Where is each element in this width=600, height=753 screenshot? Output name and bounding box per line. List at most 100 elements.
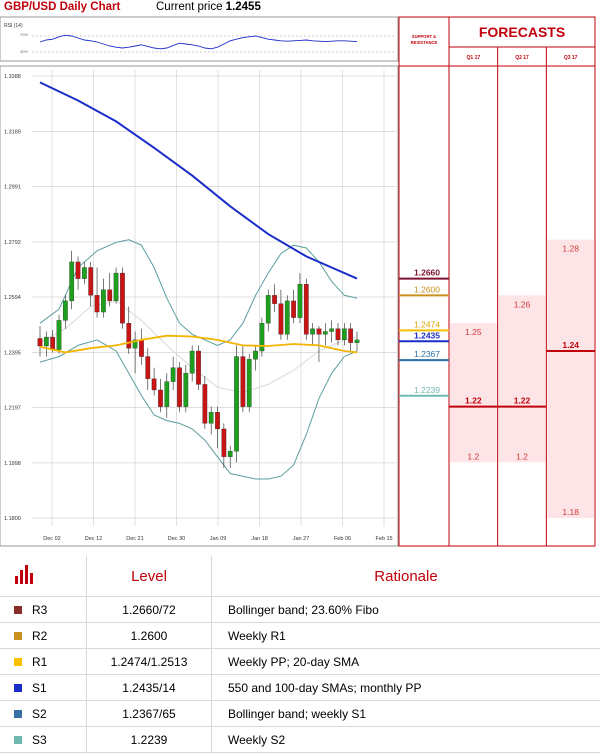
- x-tick-label: Feb 15: [375, 536, 392, 542]
- level-color-swatch: [14, 736, 22, 744]
- candle-body: [342, 329, 346, 340]
- rsi-lower-label: 30%: [20, 49, 28, 54]
- level-color-swatch: [14, 632, 22, 640]
- candle-body: [114, 273, 118, 301]
- candle-body: [253, 351, 257, 359]
- forecasts-title: FORECASTS: [479, 24, 565, 40]
- levels-table-row: R1 1.2474/1.2513Weekly PP; 20-day SMA: [0, 649, 600, 675]
- level-name-cell: S2: [0, 701, 87, 727]
- x-tick-label: Dec 21: [126, 536, 143, 542]
- candle-body: [279, 304, 283, 335]
- forecast-range: [450, 323, 497, 462]
- candle-body: [241, 357, 245, 407]
- levels-header-icon-cell: [0, 556, 87, 597]
- candle-body: [304, 284, 308, 334]
- candle-body: [108, 290, 112, 301]
- candle-body: [323, 332, 327, 335]
- candle-body: [215, 412, 219, 429]
- candle-body: [247, 359, 251, 406]
- forecast-quarter-label: Q1 17: [467, 55, 481, 61]
- candle-body: [184, 373, 188, 406]
- x-tick-label: Dec 12: [85, 536, 102, 542]
- rsi-upper-label: 70%: [20, 32, 28, 37]
- candle-body: [329, 329, 333, 332]
- candle-body: [222, 429, 226, 457]
- level-rationale: Weekly PP; 20-day SMA: [212, 649, 600, 675]
- candle-body: [298, 284, 302, 317]
- y-tick-label: 1.3388: [4, 74, 21, 80]
- level-name: R1: [32, 655, 47, 669]
- candle-body: [146, 357, 150, 379]
- forecast-mid-label: 1.22: [514, 396, 531, 406]
- forecast-range: [547, 240, 594, 518]
- levels-table-row: R31.2660/72Bollinger band; 23.60% Fibo: [0, 597, 600, 623]
- y-tick-label: 1.2197: [4, 406, 21, 412]
- level-value: 1.2660/72: [87, 597, 212, 623]
- level-value: 1.2367/65: [87, 701, 212, 727]
- candle-body: [82, 267, 86, 278]
- level-value: 1.2239: [87, 727, 212, 753]
- level-rationale: Bollinger band; 23.60% Fibo: [212, 597, 600, 623]
- rationale-column-header: Rationale: [212, 556, 600, 597]
- forecast-high-label: 1.25: [465, 327, 482, 337]
- candle-body: [127, 323, 131, 348]
- candle-body: [57, 320, 61, 349]
- sr-heading: SUPPORT &: [412, 34, 436, 39]
- x-tick-label: Jan 18: [251, 536, 268, 542]
- chart-title: GBP/USD Daily Chart: [4, 1, 120, 13]
- y-tick-label: 1.1998: [4, 461, 21, 467]
- level-name-cell: S3: [0, 727, 87, 753]
- level-value: 1.2600: [87, 623, 212, 649]
- x-tick-label: Feb 06: [334, 536, 351, 542]
- sr-level-label: 1.2600: [414, 284, 440, 294]
- price-panel-border: [0, 66, 398, 546]
- level-color-swatch: [14, 658, 22, 666]
- candle-body: [171, 368, 175, 382]
- candle-body: [101, 290, 105, 312]
- levels-table-row: S31.2239Weekly S2: [0, 727, 600, 753]
- candle-body: [70, 262, 74, 301]
- y-tick-label: 1.2395: [4, 350, 21, 356]
- level-rationale: Weekly R1: [212, 623, 600, 649]
- candle-body: [50, 337, 54, 350]
- candle-body: [190, 351, 194, 373]
- x-tick-label: Jan 27: [293, 536, 310, 542]
- candle-body: [209, 412, 213, 423]
- candle-body: [177, 368, 181, 407]
- level-value: 1.2474/1.2513: [87, 649, 212, 675]
- level-rationale: Bollinger band; weekly S1: [212, 701, 600, 727]
- sr-level-label: 1.2474: [414, 319, 440, 329]
- level-color-swatch: [14, 606, 22, 614]
- candle-body: [38, 338, 42, 346]
- candle-body: [317, 329, 321, 335]
- candle-body: [336, 329, 340, 340]
- y-tick-label: 1.1800: [4, 516, 21, 522]
- sr-level-label: 1.2367: [414, 349, 440, 359]
- level-name-cell: R1: [0, 649, 87, 675]
- sr-heading: RESISTANCE: [411, 40, 438, 45]
- level-name: S3: [32, 733, 47, 747]
- level-rationale: 550 and 100-day SMAs; monthly PP: [212, 675, 600, 701]
- candle-body: [228, 451, 232, 457]
- candle-body: [266, 295, 270, 323]
- forecast-high-label: 1.28: [562, 244, 579, 254]
- rsi-label: RSI (14): [4, 23, 23, 29]
- levels-table-header: Level Rationale: [0, 556, 600, 597]
- forecast-quarter-label: Q3 17: [564, 55, 578, 61]
- levels-table-row: S21.2367/65Bollinger band; weekly S1: [0, 701, 600, 727]
- level-name-cell: R3: [0, 597, 87, 623]
- candle-body: [63, 301, 67, 320]
- y-tick-label: 1.2594: [4, 295, 21, 301]
- current-price-value: 1.2455: [226, 1, 261, 13]
- candle-body: [165, 382, 169, 407]
- candle-body: [196, 351, 200, 384]
- forecast-mid-label: 1.24: [562, 340, 579, 350]
- level-value: 1.2435/14: [87, 675, 212, 701]
- candle-body: [348, 329, 352, 343]
- sr-level-label: 1.2435: [414, 330, 440, 340]
- y-tick-label: 1.3189: [4, 129, 21, 135]
- candle-body: [76, 262, 80, 279]
- y-tick-label: 1.2792: [4, 240, 21, 246]
- candle-body: [152, 379, 156, 390]
- current-price: Current price 1.2455: [156, 1, 261, 13]
